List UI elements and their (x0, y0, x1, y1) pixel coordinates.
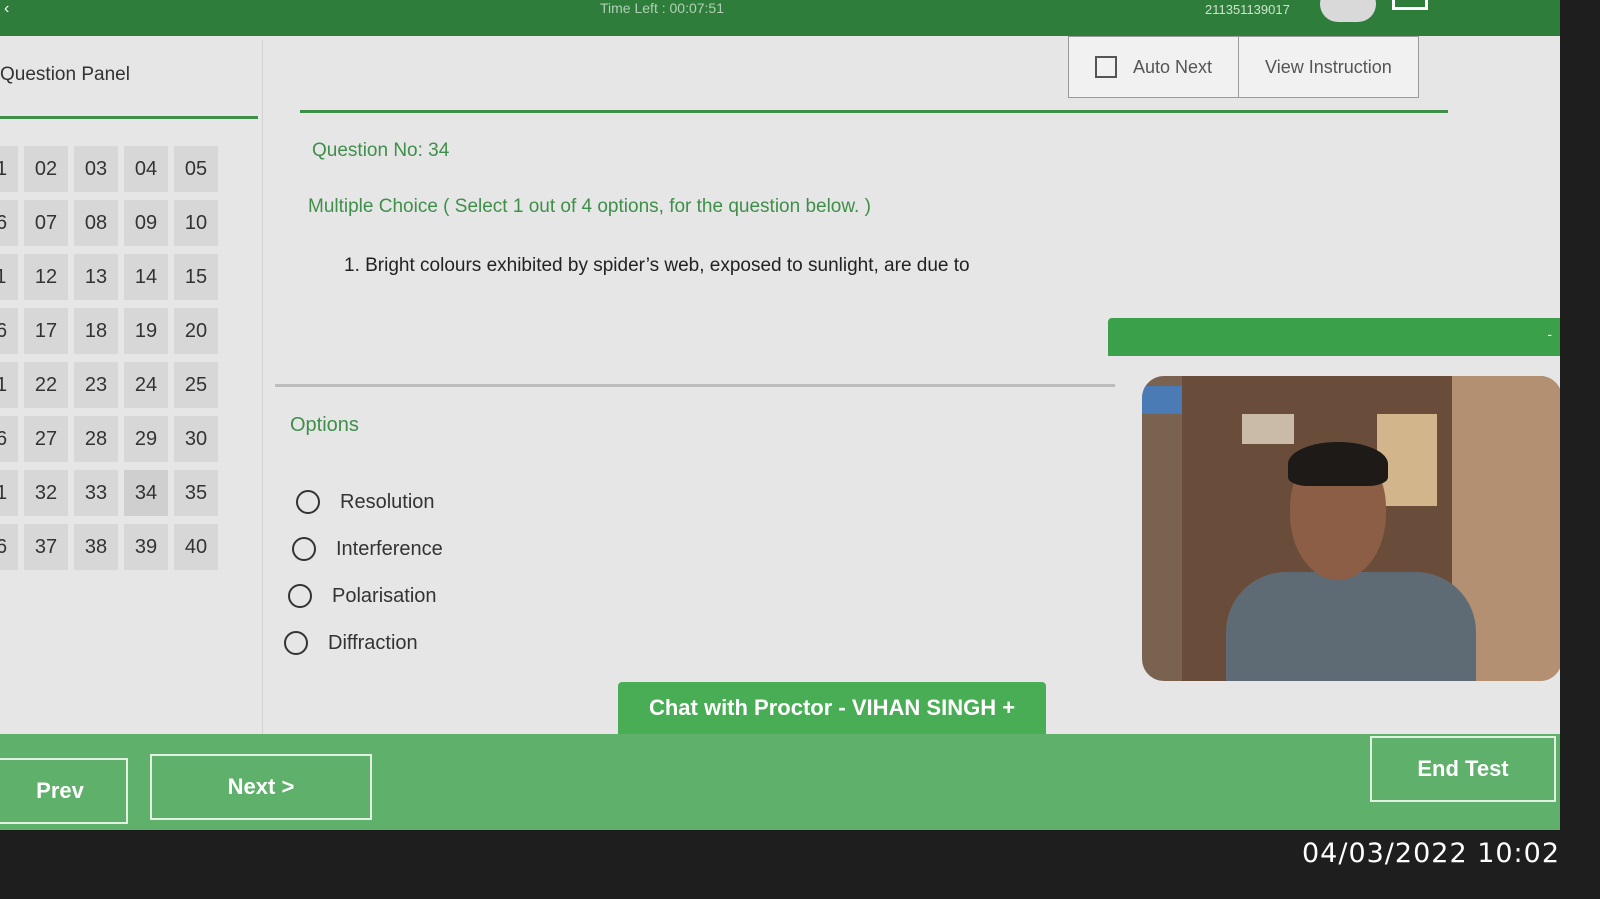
question-number-35[interactable]: 35 (174, 470, 218, 516)
top-bar: ‹ Time Left : 00:07:51 211351139017 (0, 0, 1560, 36)
question-number-37[interactable]: 37 (24, 524, 68, 570)
question-number-08[interactable]: 08 (74, 200, 118, 246)
question-number-20[interactable]: 20 (174, 308, 218, 354)
question-number-17[interactable]: 17 (24, 308, 68, 354)
fullscreen-icon[interactable] (1392, 0, 1428, 10)
webcam-preview (1142, 376, 1560, 681)
webcam-header[interactable]: - (1108, 318, 1560, 356)
question-number-38[interactable]: 38 (74, 524, 118, 570)
option-resolution[interactable]: Resolution (296, 490, 435, 514)
option-diffraction[interactable]: Diffraction (284, 631, 418, 655)
chat-with-proctor-button[interactable]: Chat with Proctor - VIHAN SINGH + (618, 682, 1046, 734)
question-number-14[interactable]: 14 (124, 254, 168, 300)
option-polarisation[interactable]: Polarisation (288, 584, 437, 608)
content-divider (300, 110, 1448, 113)
user-id: 211351139017 (1205, 2, 1290, 17)
question-number-01[interactable]: 01 (0, 146, 18, 192)
question-number-32[interactable]: 32 (24, 470, 68, 516)
question-number-25[interactable]: 25 (174, 362, 218, 408)
question-number-04[interactable]: 04 (124, 146, 168, 192)
option-label: Resolution (340, 490, 435, 513)
option-interference[interactable]: Interference (292, 537, 443, 561)
question-number-33[interactable]: 33 (74, 470, 118, 516)
question-number-03[interactable]: 03 (74, 146, 118, 192)
timer-text: Time Left : 00:07:51 (600, 0, 724, 16)
end-test-button[interactable]: End Test (1370, 736, 1556, 802)
question-number-34[interactable]: 34 (124, 470, 168, 516)
options-separator (275, 384, 1115, 387)
question-number-09[interactable]: 09 (124, 200, 168, 246)
photo-timestamp: 04/03/2022 10:02 (1302, 838, 1561, 869)
option-label: Polarisation (332, 584, 437, 607)
exam-screen: ‹ Time Left : 00:07:51 211351139017 Ques… (0, 0, 1560, 830)
prev-button[interactable]: Prev (0, 758, 128, 824)
panel-divider (0, 116, 258, 119)
avatar (1320, 0, 1376, 22)
question-number-label: Question No: 34 (312, 140, 450, 161)
option-label: Diffraction (328, 631, 418, 654)
question-number-18[interactable]: 18 (74, 308, 118, 354)
chevron-left-icon[interactable]: ‹ (4, 0, 9, 18)
question-number-39[interactable]: 39 (124, 524, 168, 570)
question-number-22[interactable]: 22 (24, 362, 68, 408)
question-number-02[interactable]: 02 (24, 146, 68, 192)
question-number-40[interactable]: 40 (174, 524, 218, 570)
question-number-28[interactable]: 28 (74, 416, 118, 462)
question-number-11[interactable]: 11 (0, 254, 18, 300)
question-number-30[interactable]: 30 (174, 416, 218, 462)
top-actions: Auto Next View Instruction (1068, 36, 1419, 98)
question-number-26[interactable]: 26 (0, 416, 18, 462)
auto-next-checkbox[interactable] (1095, 56, 1117, 78)
question-number-31[interactable]: 31 (0, 470, 18, 516)
question-panel-title: Question Panel (0, 64, 130, 85)
question-number-21[interactable]: 21 (0, 362, 18, 408)
panel-separator (262, 40, 263, 740)
question-number-27[interactable]: 27 (24, 416, 68, 462)
question-number-23[interactable]: 23 (74, 362, 118, 408)
question-text: 1. Bright colours exhibited by spider’s … (344, 255, 970, 276)
next-button[interactable]: Next > (150, 754, 372, 820)
question-number-13[interactable]: 13 (74, 254, 118, 300)
question-type-label: Multiple Choice ( Select 1 out of 4 opti… (308, 196, 871, 217)
auto-next-toggle[interactable]: Auto Next (1069, 37, 1238, 97)
radio-button[interactable] (288, 584, 312, 608)
auto-next-label: Auto Next (1133, 56, 1213, 77)
question-number-05[interactable]: 05 (174, 146, 218, 192)
question-number-24[interactable]: 24 (124, 362, 168, 408)
question-number-07[interactable]: 07 (24, 200, 68, 246)
question-number-19[interactable]: 19 (124, 308, 168, 354)
question-number-15[interactable]: 15 (174, 254, 218, 300)
question-number-36[interactable]: 36 (0, 524, 18, 570)
question-number-29[interactable]: 29 (124, 416, 168, 462)
question-number-grid: 0102030405 0607080910 1112131415 1617181920… (0, 146, 224, 570)
view-instruction-button[interactable]: View Instruction (1238, 37, 1418, 97)
radio-button[interactable] (284, 631, 308, 655)
question-number-06[interactable]: 06 (0, 200, 18, 246)
option-label: Interference (336, 537, 443, 560)
question-number-12[interactable]: 12 (24, 254, 68, 300)
minimize-icon[interactable]: - (1547, 326, 1552, 342)
radio-button[interactable] (292, 537, 316, 561)
question-number-10[interactable]: 10 (174, 200, 218, 246)
radio-button[interactable] (296, 490, 320, 514)
question-number-16[interactable]: 16 (0, 308, 18, 354)
options-title: Options (290, 414, 359, 436)
